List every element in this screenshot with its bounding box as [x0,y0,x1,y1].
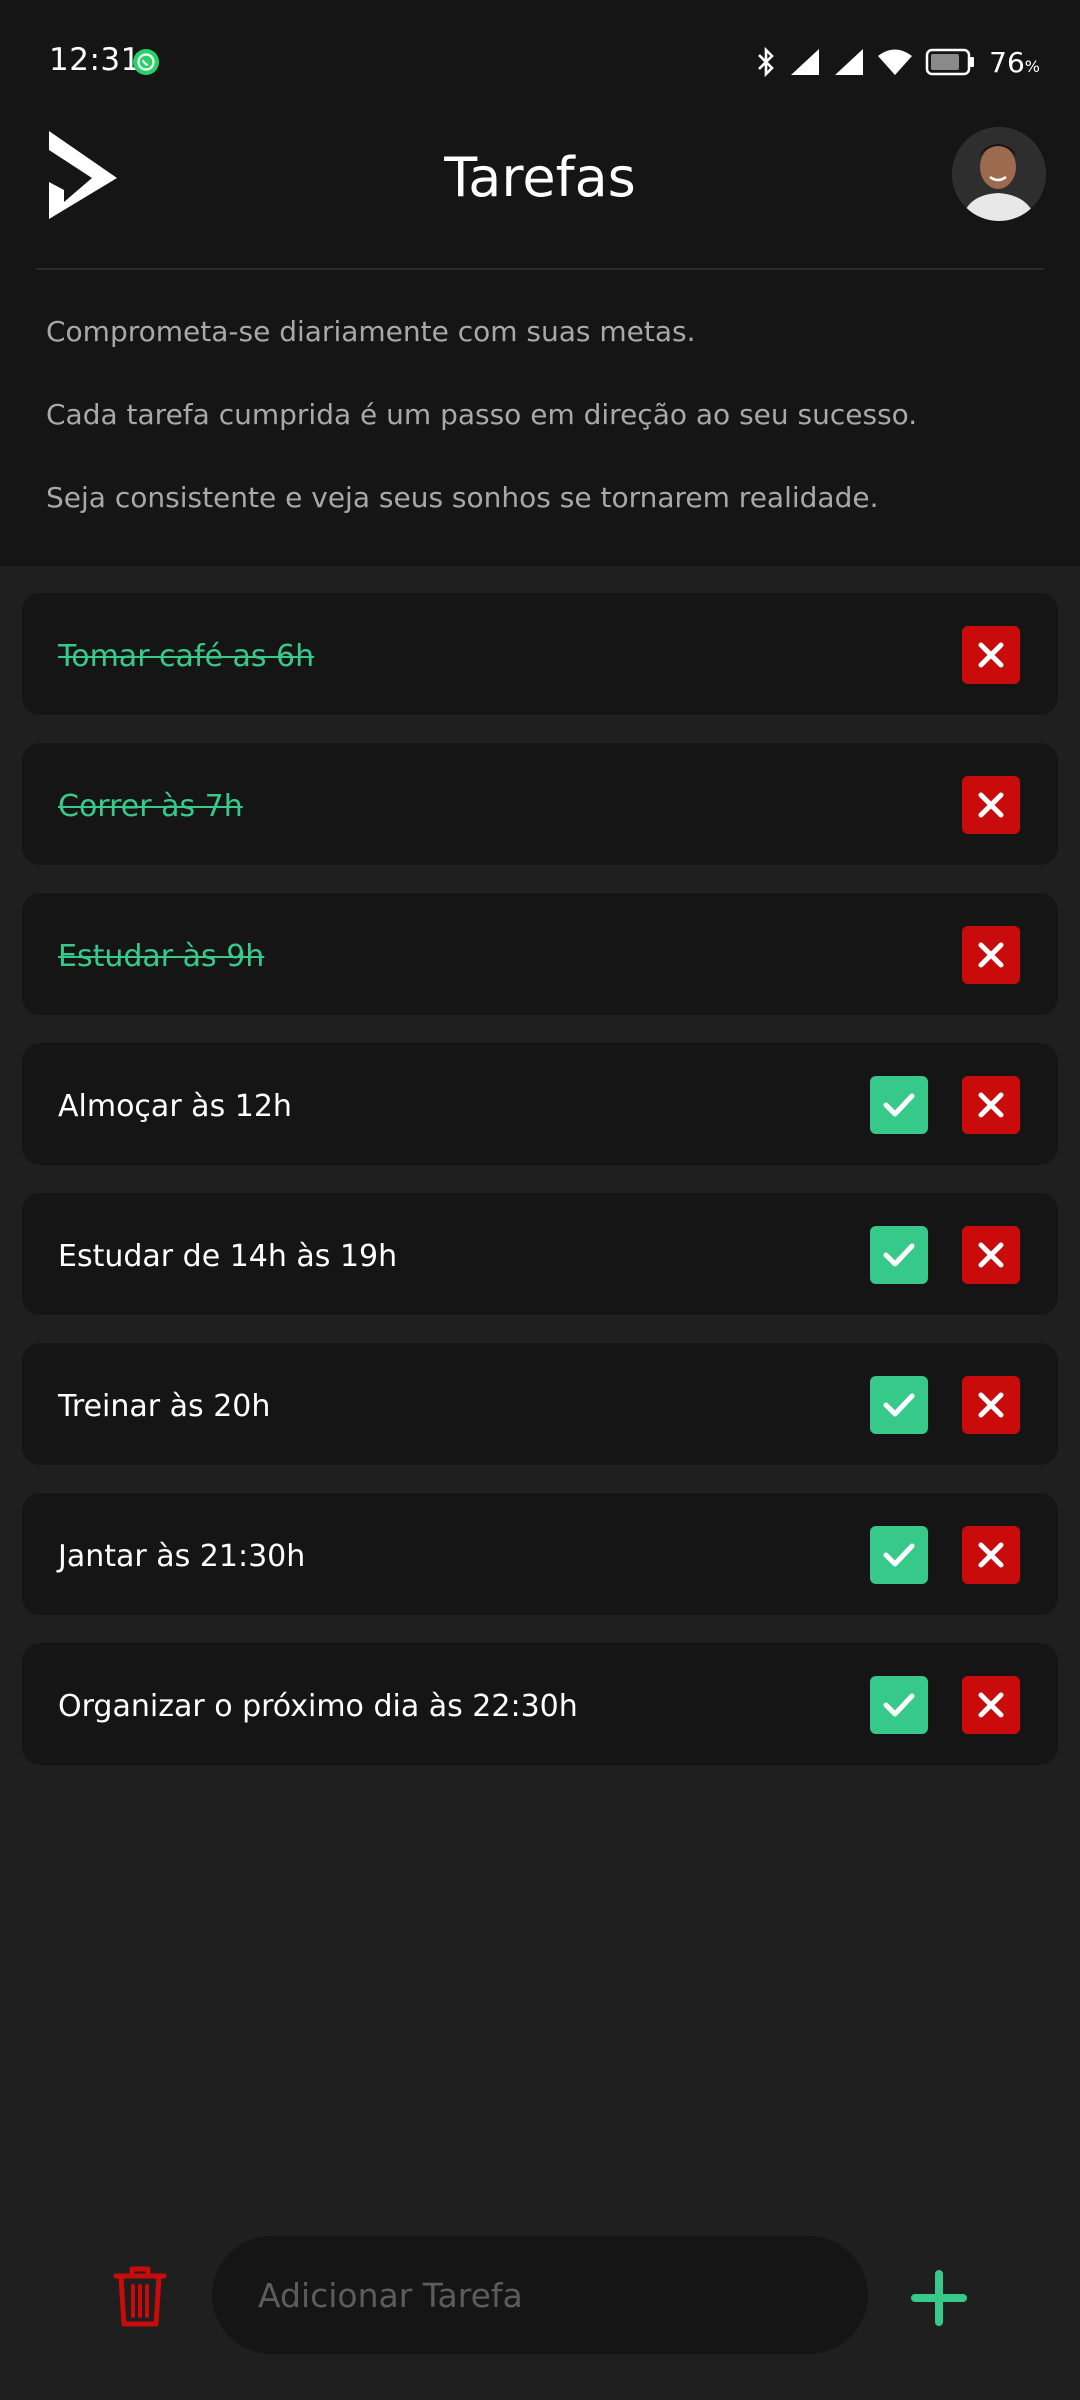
complete-task-button[interactable] [870,1226,928,1284]
close-icon [978,1392,1004,1418]
task-item: Jantar às 21:30h [22,1493,1058,1615]
battery-level: 76% [989,45,1040,79]
task-item: Correr às 7h [22,743,1058,865]
delete-task-button[interactable] [962,1376,1020,1434]
complete-task-button[interactable] [870,1676,928,1734]
task-item: Estudar às 9h [22,893,1058,1015]
motivation-text: Comprometa-se diariamente com suas metas… [46,312,1046,561]
task-label[interactable]: Jantar às 21:30h [58,1493,305,1615]
close-icon [978,792,1004,818]
check-icon [883,1543,915,1567]
delete-task-button[interactable] [962,1226,1020,1284]
task-item: Estudar de 14h às 19h [22,1193,1058,1315]
task-list: Tomar café as 6h Correr às 7h Estudar às… [22,593,1058,1793]
complete-task-button[interactable] [870,1526,928,1584]
task-label[interactable]: Estudar às 9h [58,893,264,1015]
task-item: Almoçar às 12h [22,1043,1058,1165]
complete-task-button[interactable] [870,1076,928,1134]
task-item: Treinar às 20h [22,1343,1058,1465]
signal-icon-2 [835,49,864,75]
check-icon [883,1243,915,1267]
task-label[interactable]: Almoçar às 12h [58,1043,292,1165]
motivation-line: Seja consistente e veja seus sonhos se t… [46,481,879,514]
task-item: Organizar o próximo dia às 22:30h [22,1643,1058,1765]
delete-task-button[interactable] [962,776,1020,834]
avatar[interactable] [952,127,1046,221]
avatar-image [952,127,1046,221]
check-icon [883,1393,915,1417]
task-label[interactable]: Estudar de 14h às 19h [58,1193,397,1315]
delete-task-button[interactable] [962,1526,1020,1584]
battery-icon [925,48,975,76]
close-icon [978,1092,1004,1118]
add-task-bar [0,2230,1080,2360]
motivation-line: Cada tarefa cumprida é um passo em direç… [46,398,918,431]
close-icon [978,1692,1004,1718]
check-icon [883,1693,915,1717]
close-icon [978,1242,1004,1268]
task-label[interactable]: Organizar o próximo dia às 22:30h [58,1643,578,1765]
motivation-line: Comprometa-se diariamente com suas metas… [46,315,696,348]
app-header: Tarefas [0,120,1080,268]
plus-icon[interactable] [911,2270,967,2326]
delete-task-button[interactable] [962,1676,1020,1734]
complete-task-button[interactable] [870,1376,928,1434]
close-icon [978,942,1004,968]
task-item: Tomar café as 6h [22,593,1058,715]
close-icon [978,1542,1004,1568]
delete-task-button[interactable] [962,1076,1020,1134]
page-title: Tarefas [444,146,636,209]
whatsapp-icon [133,49,159,75]
status-icons: 76% [755,44,1040,80]
task-label[interactable]: Treinar às 20h [58,1343,270,1465]
trash-icon[interactable] [112,2264,168,2328]
task-label[interactable]: Correr às 7h [58,743,243,865]
header-divider [36,268,1044,270]
close-icon [978,642,1004,668]
delete-task-button[interactable] [962,626,1020,684]
task-label[interactable]: Tomar café as 6h [58,593,314,715]
wifi-icon [878,49,913,75]
signal-icon [791,49,820,75]
status-bar: 12:31 76% [0,0,1080,120]
delete-task-button[interactable] [962,926,1020,984]
header-panel: 12:31 76% Tarefas Comprometa-se diariame… [0,0,1080,566]
check-icon [883,1093,915,1117]
add-task-input[interactable] [212,2236,868,2354]
status-time: 12:31 [49,42,141,78]
bluetooth-icon [758,47,774,77]
